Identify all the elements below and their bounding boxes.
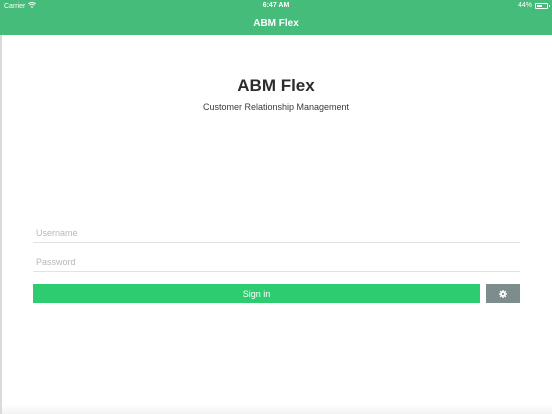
gear-icon bbox=[499, 286, 507, 301]
username-input[interactable] bbox=[33, 223, 520, 243]
status-battery-group: 44% bbox=[517, 2, 550, 9]
sign-in-button[interactable]: Sign in bbox=[33, 284, 480, 303]
status-bar: Carrier 6:47 AM 44% bbox=[0, 0, 552, 11]
bottom-shadow bbox=[0, 404, 552, 414]
app-subtitle: Customer Relationship Management bbox=[202, 102, 350, 112]
login-screen: Carrier 6:47 AM 44% ABM Flex ABM Flex Cu… bbox=[0, 0, 552, 414]
battery-tip bbox=[548, 4, 550, 7]
settings-button[interactable] bbox=[486, 284, 520, 303]
battery-icon bbox=[535, 2, 550, 9]
app-title: ABM Flex bbox=[237, 76, 315, 95]
battery-percentage: 44% bbox=[517, 2, 532, 9]
navigation-bar: ABM Flex bbox=[0, 11, 552, 35]
battery-level-fill bbox=[537, 4, 542, 7]
nav-title: ABM Flex bbox=[253, 17, 299, 29]
status-time: 6:47 AM bbox=[262, 2, 290, 9]
password-input[interactable] bbox=[33, 252, 520, 272]
